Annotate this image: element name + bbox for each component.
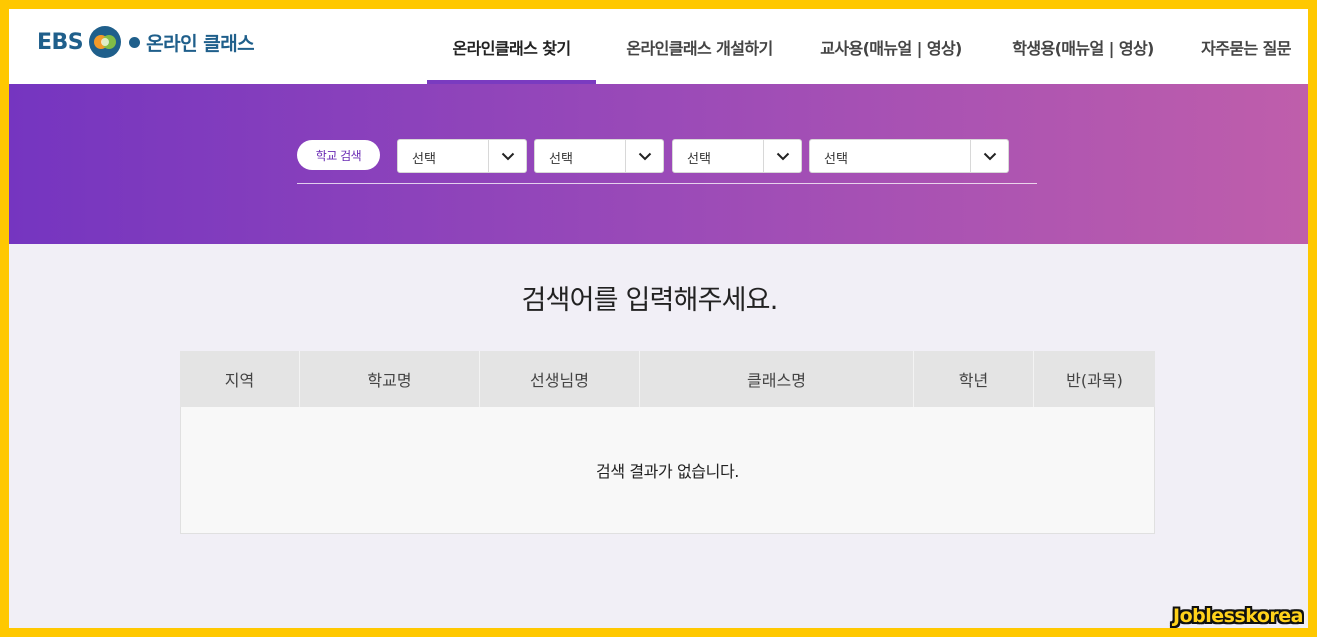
school-select[interactable]: 선택 <box>809 139 1009 173</box>
nav-find-class[interactable]: 온라인클래스 찾기 <box>427 9 596 84</box>
site-header: EBS 온라인 클래스 온라인클래스 찾기 온라인클래스 개설하기 교사용(매뉴… <box>9 9 1308 84</box>
results-table: 지역 학교명 선생님명 클래스명 학년 반(과목) 검색 결과가 없습니다. <box>180 351 1155 534</box>
column-header: 클래스명 <box>640 351 914 407</box>
region-select[interactable]: 선택 <box>397 139 527 173</box>
logo-dot-icon <box>129 36 141 48</box>
page-frame: EBS 온라인 클래스 온라인클래스 찾기 온라인클래스 개설하기 교사용(매뉴… <box>9 9 1308 628</box>
nav-student-manual[interactable]: 학생용(매뉴얼 | 영상) <box>1000 9 1166 84</box>
chevron-down-icon <box>970 140 1008 172</box>
chevron-down-icon <box>488 140 526 172</box>
search-underline <box>297 183 1037 184</box>
nav-teacher-manual[interactable]: 교사용(매뉴얼 | 영상) <box>808 9 974 84</box>
select-value: 선택 <box>824 152 848 167</box>
select-value: 선택 <box>549 152 573 167</box>
table-header: 지역 학교명 선생님명 클래스명 학년 반(과목) <box>180 351 1155 407</box>
chevron-down-icon <box>763 140 801 172</box>
column-header: 학년 <box>914 351 1034 407</box>
chevron-down-icon <box>625 140 663 172</box>
school-level-select[interactable]: 선택 <box>672 139 802 173</box>
school-search-button[interactable]: 학교 검색 <box>297 140 380 170</box>
page-title: 검색어를 입력해주세요. <box>521 285 779 316</box>
column-header: 반(과목) <box>1066 371 1123 390</box>
table-body: 검색 결과가 없습니다. <box>180 407 1155 534</box>
column-header: 선생님명 <box>480 351 640 407</box>
watermark-logo: Joblesskorea <box>1173 605 1304 627</box>
select-value: 선택 <box>687 152 711 167</box>
logo-service-name: 온라인 클래스 <box>146 32 255 55</box>
nav-faq[interactable]: 자주묻는 질문 <box>1192 9 1300 84</box>
column-header: 지역 <box>180 351 300 407</box>
nav-open-class[interactable]: 온라인클래스 개설하기 <box>606 9 793 84</box>
site-logo[interactable]: EBS 온라인 클래스 <box>37 25 255 59</box>
search-banner: 학교 검색 선택 선택 선택 선택 <box>9 84 1308 244</box>
empty-results-message: 검색 결과가 없습니다. <box>596 462 739 481</box>
column-header: 학교명 <box>300 351 480 407</box>
select-value: 선택 <box>412 152 436 167</box>
logo-brand: EBS <box>37 29 84 55</box>
district-select[interactable]: 선택 <box>534 139 664 173</box>
logo-mark-icon <box>88 25 126 59</box>
